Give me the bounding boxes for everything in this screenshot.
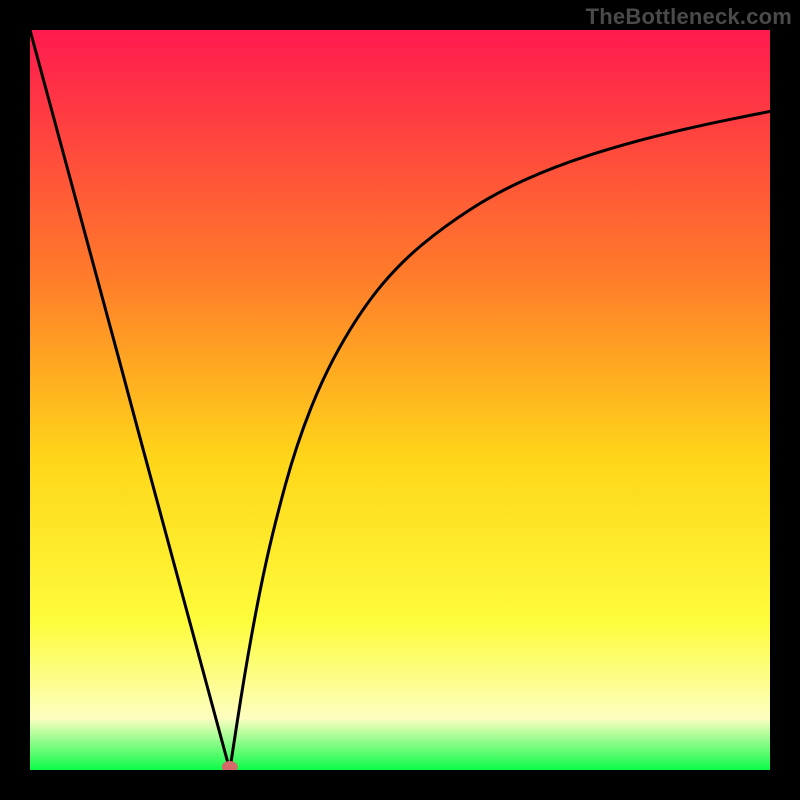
plot-svg xyxy=(30,30,770,770)
gradient-background xyxy=(30,30,770,770)
plot-area xyxy=(30,30,770,770)
watermark-text: TheBottleneck.com xyxy=(586,4,792,30)
chart-frame: TheBottleneck.com xyxy=(0,0,800,800)
